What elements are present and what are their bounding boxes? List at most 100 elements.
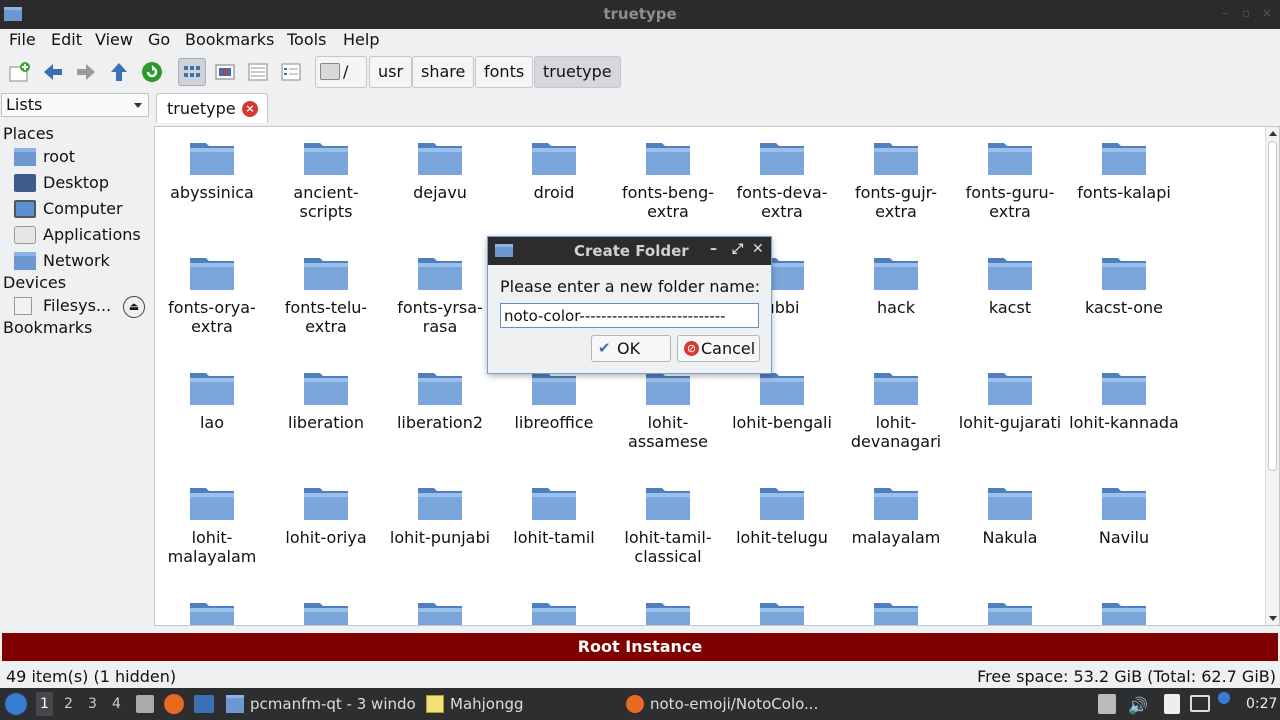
show-desktop-icon[interactable] [194,695,214,713]
back-button[interactable] [41,60,65,84]
place-root[interactable]: root [14,146,152,170]
folder-item[interactable]: dejavu [383,127,497,202]
scrollbar-thumb[interactable] [1268,141,1277,471]
place-computer[interactable]: Computer [14,198,152,222]
folder-item[interactable]: lohit-tamil-classical [611,472,725,566]
dialog-maximize-icon[interactable]: ⤢ [732,241,743,257]
folder-item[interactable]: droid [497,127,611,202]
clipboard-icon[interactable] [1164,694,1180,714]
dialog-titlebar[interactable]: Create Folder – ⤢ ✕ [488,237,771,265]
tray-arrow-icon[interactable] [1098,694,1116,714]
close-tab-icon[interactable]: × [242,101,258,117]
breadcrumb-fonts[interactable]: fonts [475,56,534,88]
desktop-4[interactable]: 4 [112,696,121,712]
folder-item[interactable]: lohit-tamil [497,472,611,547]
folder-item[interactable] [725,587,839,625]
folder-item[interactable]: lohit-punjabi [383,472,497,547]
folder-item[interactable] [611,587,725,625]
folder-item[interactable]: hack [839,242,953,317]
file-view[interactable]: abyssinica ancient-scripts dejavu droid font… [154,126,1280,626]
breadcrumb-share[interactable]: share [412,56,475,88]
compact-view-button[interactable] [246,60,270,84]
new-tab-button[interactable] [8,60,32,84]
window-titlebar[interactable]: truetype – ▫ × [0,0,1280,29]
cancel-button[interactable]: ⊘ Cancel [677,335,760,362]
desktop-2[interactable]: 2 [64,696,73,712]
folder-item[interactable]: fonts-deva-extra [725,127,839,221]
place-applications[interactable]: Applications [14,224,152,248]
folder-item[interactable]: lohit-kannada [1067,357,1181,432]
folder-item[interactable] [497,587,611,625]
close-icon[interactable]: × [1262,7,1274,19]
menu-go[interactable]: Go [148,30,170,49]
folder-item[interactable]: lohit-malayalam [155,472,269,566]
folder-item[interactable]: lohit-telugu [725,472,839,547]
task-mahjongg[interactable]: Mahjongg [426,692,616,716]
folder-item[interactable] [155,587,269,625]
folder-item[interactable]: abyssinica [155,127,269,202]
forward-button[interactable] [74,60,98,84]
folder-item[interactable]: lohit-devanagari [839,357,953,451]
scroll-up-icon[interactable] [1269,131,1277,136]
dialog-minimize-icon[interactable]: – [710,241,717,257]
side-pane-mode-select[interactable]: Lists [1,93,149,117]
device-filesystem[interactable]: Filesys... ⏏ [14,295,152,319]
menu-edit[interactable]: Edit [51,30,82,49]
folder-item[interactable]: fonts-telu-extra [269,242,383,336]
folder-item[interactable] [383,587,497,625]
folder-item[interactable]: lao [155,357,269,432]
folder-item[interactable]: fonts-guru-extra [953,127,1067,221]
menu-bookmarks[interactable]: Bookmarks [185,30,274,49]
folder-item[interactable]: fonts-gujr-extra [839,127,953,221]
dialog-close-icon[interactable]: ✕ [752,241,764,257]
folder-item[interactable]: lohit-oriya [269,472,383,547]
bookmarks-header[interactable]: Bookmarks [3,318,92,337]
detailed-view-button[interactable] [279,60,303,84]
reload-button[interactable] [140,60,164,84]
folder-item[interactable]: fonts-beng-extra [611,127,725,221]
minimize-icon[interactable]: – [1222,7,1234,19]
folder-item[interactable]: liberation [269,357,383,432]
places-header[interactable]: Places [3,124,54,143]
tab-truetype[interactable]: truetype × [156,93,268,123]
desktop-1[interactable]: 1 [36,692,53,716]
ok-button[interactable]: ✔ OK [591,335,671,362]
folder-item[interactable]: fonts-yrsa-rasa [383,242,497,336]
place-network[interactable]: Network [14,250,152,274]
folder-item[interactable] [1067,587,1181,625]
clock[interactable]: 0:27 [1246,696,1277,712]
folder-item[interactable]: malayalam [839,472,953,547]
thumbnail-view-button[interactable] [213,60,237,84]
folder-item[interactable] [269,587,383,625]
volume-icon[interactable]: 🔊 [1128,696,1148,715]
folder-item[interactable]: fonts-orya-extra [155,242,269,336]
folder-item[interactable]: kacst [953,242,1067,317]
breadcrumb-truetype[interactable]: truetype [534,56,621,88]
folder-item[interactable]: lohit-gujarati [953,357,1067,432]
folder-item[interactable]: Navilu [1067,472,1181,547]
up-button[interactable] [107,60,131,84]
menu-tools[interactable]: Tools [287,30,326,49]
network-icon[interactable] [1190,695,1210,712]
folder-item[interactable]: liberation2 [383,357,497,432]
menu-help[interactable]: Help [343,30,379,49]
folder-item[interactable] [839,587,953,625]
folder-item[interactable] [953,587,1067,625]
start-menu-icon[interactable] [5,693,27,715]
folder-name-input[interactable] [500,303,759,328]
breadcrumb-usr[interactable]: usr [369,56,413,88]
icon-view-button[interactable] [178,58,206,86]
scroll-down-icon[interactable] [1269,616,1277,621]
folder-item[interactable]: fonts-kalapi [1067,127,1181,202]
devices-header[interactable]: Devices [3,273,66,292]
notification-icon[interactable] [1218,692,1230,704]
file-manager-launcher-icon[interactable] [136,695,154,713]
folder-item[interactable]: Nakula [953,472,1067,547]
menu-view[interactable]: View [95,30,133,49]
folder-item[interactable]: ancient-scripts [269,127,383,221]
task-pcmanfm[interactable]: pcmanfm-qt - 3 windo... [226,692,416,716]
menu-file[interactable]: File [9,30,36,49]
folder-item[interactable]: kacst-one [1067,242,1181,317]
desktop-3[interactable]: 3 [88,696,97,712]
vertical-scrollbar[interactable] [1265,127,1279,625]
